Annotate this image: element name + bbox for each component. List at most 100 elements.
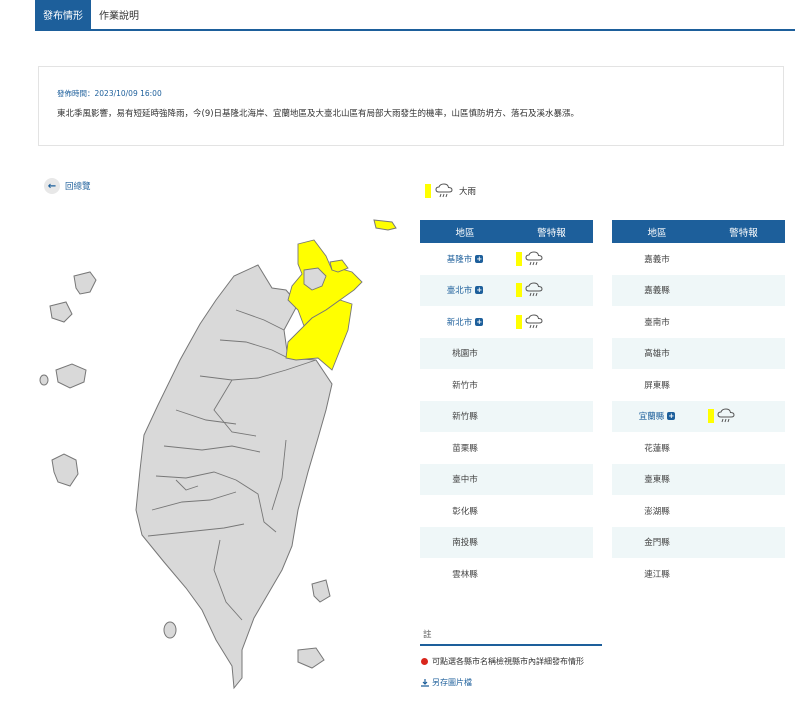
note-tip: 可點選各縣市名稱檢視縣市內詳細發布情形 bbox=[421, 656, 584, 667]
county-label: 新北市 bbox=[446, 317, 473, 328]
heavy-rain-icon bbox=[525, 251, 543, 265]
county-label: 新竹縣 bbox=[452, 412, 478, 423]
county-label: 臺東縣 bbox=[644, 475, 670, 486]
arrow-left-icon: ← bbox=[44, 178, 60, 194]
table-row: 嘉義縣 bbox=[612, 274, 785, 306]
county-label: 屏東縣 bbox=[644, 380, 670, 391]
county-label: 嘉義縣 bbox=[644, 286, 670, 297]
warning-color-swatch bbox=[516, 283, 522, 298]
table-row: 連江縣 bbox=[612, 558, 785, 590]
map-island-penghu-3 bbox=[55, 363, 87, 389]
expand-plus-icon[interactable]: + bbox=[475, 286, 484, 295]
county-label: 臺中市 bbox=[452, 475, 478, 486]
expand-plus-icon[interactable]: + bbox=[475, 254, 484, 263]
county-name: 嘉義市 bbox=[612, 253, 702, 265]
county-label: 雲林縣 bbox=[452, 569, 478, 580]
expand-plus-icon[interactable]: + bbox=[667, 412, 676, 421]
table-row: 臺北市 + bbox=[420, 274, 593, 306]
table-row: 澎湖縣 bbox=[612, 495, 785, 527]
heavy-rain-icon bbox=[525, 282, 543, 297]
county-name: 臺中市 bbox=[420, 473, 510, 485]
table-header: 地區 警特報 bbox=[420, 220, 593, 243]
county-label: 苗栗縣 bbox=[452, 443, 478, 454]
warning-table-left: 地區 警特報 基隆市 + 臺北市 + 新北市 + 桃園市 新竹市 新竹縣 苗栗縣 臺中市 彰化縣 南投縣… bbox=[420, 220, 593, 590]
county-name[interactable]: 宜蘭縣 + bbox=[612, 410, 702, 422]
county-name: 南投縣 bbox=[420, 536, 510, 548]
county-label: 連江縣 bbox=[644, 569, 670, 580]
county-label: 臺北市 bbox=[446, 286, 473, 297]
legend: 大雨 bbox=[425, 183, 476, 199]
county-name: 連江縣 bbox=[612, 568, 702, 580]
heavy-rain-icon bbox=[717, 408, 735, 423]
county-name: 屏東縣 bbox=[612, 379, 702, 391]
tab-status[interactable]: 發布情形 bbox=[35, 0, 91, 29]
warning-cell bbox=[510, 251, 593, 267]
warning-color-swatch bbox=[516, 251, 522, 266]
table-row: 苗栗縣 bbox=[420, 432, 593, 464]
heavy-rain-icon bbox=[525, 314, 543, 328]
tab-instructions-label: 作業說明 bbox=[99, 11, 139, 22]
save-image-link[interactable]: 另存圖片檔 bbox=[421, 677, 472, 688]
info-dot-icon bbox=[421, 658, 428, 665]
back-to-overview-link[interactable]: ← 回總覽 bbox=[44, 178, 91, 194]
county-name[interactable]: 臺北市 + bbox=[420, 284, 510, 296]
warning-cell bbox=[702, 408, 785, 424]
county-name[interactable]: 基隆市 + bbox=[420, 253, 510, 265]
download-icon bbox=[421, 678, 429, 687]
tab-instructions[interactable]: 作業說明 bbox=[91, 0, 147, 29]
table-row: 彰化縣 bbox=[420, 495, 593, 527]
warning-table-right: 地區 警特報 嘉義市嘉義縣臺南市高雄市屏東縣宜蘭縣 + 花蓮縣臺東縣澎湖縣金門縣連江… bbox=[612, 220, 785, 590]
warning-cell bbox=[510, 314, 593, 330]
county-name: 澎湖縣 bbox=[612, 505, 702, 517]
county-name: 花蓮縣 bbox=[612, 442, 702, 454]
table-row: 新竹市 bbox=[420, 369, 593, 401]
legend-label: 大雨 bbox=[459, 187, 477, 197]
header-region: 地區 bbox=[647, 227, 667, 239]
county-name: 新竹縣 bbox=[420, 410, 510, 422]
county-label: 彰化縣 bbox=[452, 506, 478, 517]
county-name: 彰化縣 bbox=[420, 505, 510, 517]
table-row: 高雄市 bbox=[612, 337, 785, 369]
county-name: 桃園市 bbox=[420, 347, 510, 359]
table-row: 南投縣 bbox=[420, 526, 593, 558]
alert-time: 發佈時間：2023/10/09 16:00 bbox=[57, 89, 162, 98]
table-row: 宜蘭縣 + bbox=[612, 400, 785, 432]
map-island-orchid bbox=[297, 647, 325, 669]
note-divider bbox=[420, 644, 602, 646]
county-label: 新竹市 bbox=[452, 380, 478, 391]
table-row: 新北市 + bbox=[420, 306, 593, 338]
county-label: 南投縣 bbox=[452, 538, 478, 549]
header-warning: 警特報 bbox=[537, 227, 566, 239]
county-name: 臺東縣 bbox=[612, 473, 702, 485]
county-name[interactable]: 新北市 + bbox=[420, 316, 510, 328]
expand-plus-icon[interactable]: + bbox=[475, 317, 484, 326]
map-island-penghu-1 bbox=[73, 271, 97, 295]
county-label: 花蓮縣 bbox=[644, 443, 670, 454]
warning-color-swatch bbox=[516, 314, 522, 329]
table-row: 桃園市 bbox=[420, 337, 593, 369]
county-name: 苗栗縣 bbox=[420, 442, 510, 454]
taiwan-map bbox=[39, 219, 397, 690]
map-island-green bbox=[311, 579, 331, 603]
table-row: 嘉義市 bbox=[612, 243, 785, 275]
map-island-kinmen bbox=[51, 453, 79, 487]
county-label: 澎湖縣 bbox=[644, 506, 670, 517]
note-title: 註 bbox=[423, 630, 432, 640]
county-label: 宜蘭縣 bbox=[638, 412, 665, 423]
alert-box: 發佈時間：2023/10/09 16:00 東北季風影響，易有短延時強降雨，今(… bbox=[38, 66, 784, 146]
table-header: 地區 警特報 bbox=[612, 220, 785, 243]
table-row: 新竹縣 bbox=[420, 400, 593, 432]
county-name: 臺南市 bbox=[612, 316, 702, 328]
county-label: 高雄市 bbox=[644, 349, 670, 360]
header-region: 地區 bbox=[455, 227, 475, 239]
county-name: 新竹市 bbox=[420, 379, 510, 391]
county-label: 嘉義市 bbox=[644, 254, 670, 265]
tab-status-label: 發布情形 bbox=[43, 11, 83, 22]
table-row: 臺中市 bbox=[420, 463, 593, 495]
map-island-penghu-2 bbox=[49, 301, 73, 323]
table-row: 金門縣 bbox=[612, 526, 785, 558]
table-row: 花蓮縣 bbox=[612, 432, 785, 464]
back-label: 回總覽 bbox=[65, 182, 91, 192]
tab-bar: 發布情形 作業說明 bbox=[35, 0, 795, 31]
legend-color-swatch bbox=[425, 184, 431, 198]
